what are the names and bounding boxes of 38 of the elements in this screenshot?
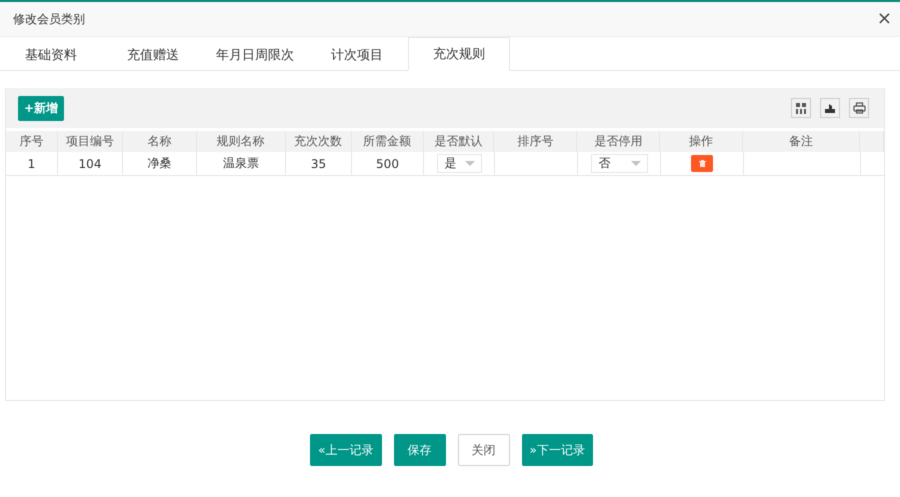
- caret-icon: [464, 160, 474, 166]
- column-header: 是否停用: [577, 131, 660, 152]
- column-header: 序号: [6, 131, 58, 152]
- tab[interactable]: 充次规则: [408, 37, 510, 71]
- table-cell: 净桑: [123, 152, 197, 175]
- columns-icon[interactable]: [791, 98, 811, 118]
- caret-icon: [630, 160, 640, 166]
- export-icon[interactable]: [820, 98, 840, 118]
- close-button[interactable]: ×: [876, 10, 892, 28]
- column-header: 充次次数: [286, 131, 352, 152]
- select-field[interactable]: 否: [590, 154, 648, 173]
- tab[interactable]: 年月日周限次: [204, 37, 306, 71]
- add-button[interactable]: +新增: [18, 96, 64, 120]
- column-header: 规则名称: [196, 131, 286, 152]
- print-icon[interactable]: [849, 98, 869, 118]
- window-title: 修改会员类别: [13, 10, 85, 28]
- column-header: 操作: [660, 131, 744, 152]
- select-field[interactable]: 是: [436, 154, 482, 173]
- column-header: 名称: [122, 131, 197, 152]
- trash-icon: [698, 159, 706, 168]
- column-header: 所需金额: [352, 131, 424, 152]
- column-header: 备注: [743, 131, 860, 152]
- table-cell: 1: [6, 152, 58, 175]
- table-cell: 500: [352, 152, 424, 175]
- tab[interactable]: 充值赠送: [102, 37, 204, 71]
- column-header: 项目编号: [58, 131, 123, 152]
- column-header: 是否默认: [424, 131, 494, 152]
- footer-button[interactable]: »下一记录: [522, 434, 593, 466]
- tab[interactable]: 计次项目: [306, 37, 408, 71]
- column-header: 排序号: [494, 131, 578, 152]
- table-cell: 35: [286, 152, 352, 175]
- footer-button[interactable]: 保存: [394, 434, 446, 466]
- table-cell: 104: [58, 152, 123, 175]
- footer-button[interactable]: 关闭: [458, 434, 510, 466]
- delete-button[interactable]: [691, 155, 713, 172]
- footer-button[interactable]: «上一记录: [310, 434, 382, 466]
- tab[interactable]: 基础资料: [0, 37, 102, 71]
- table-cell: 温泉票: [197, 152, 286, 175]
